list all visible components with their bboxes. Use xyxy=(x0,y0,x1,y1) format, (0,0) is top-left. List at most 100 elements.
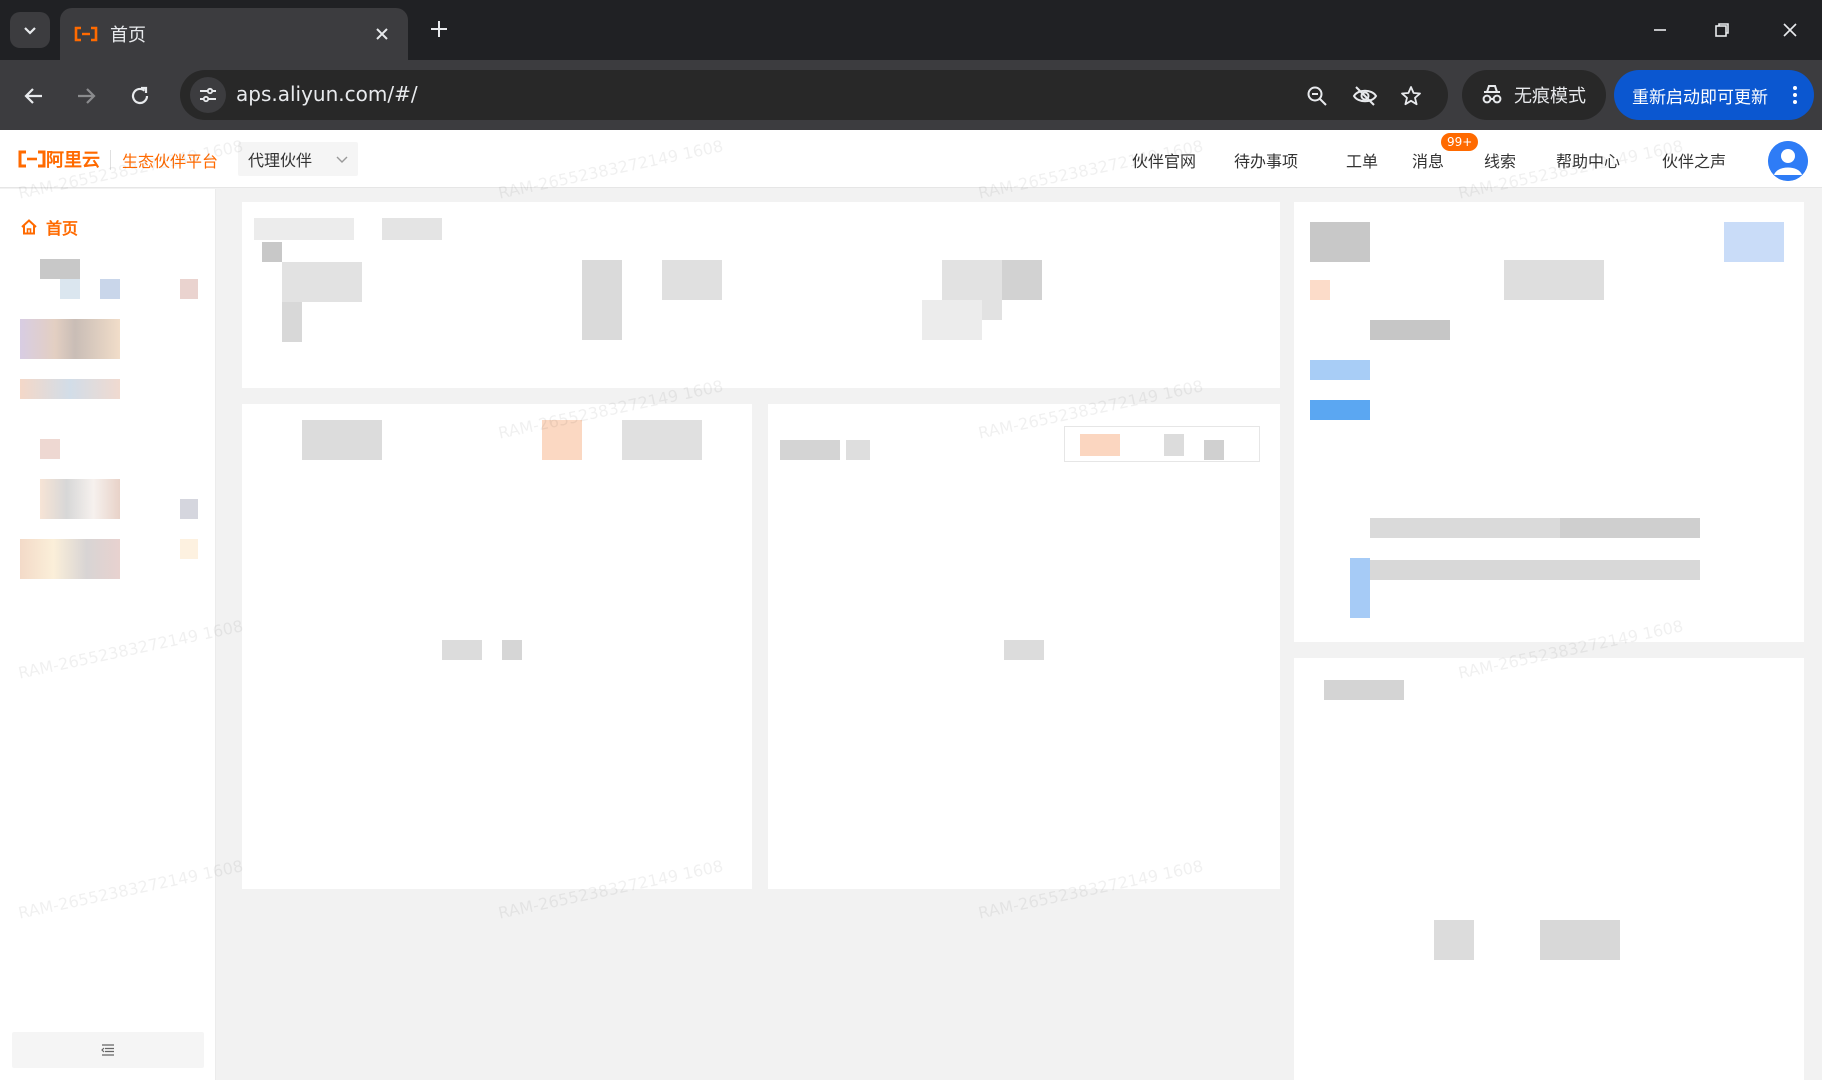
chevron-down-icon xyxy=(24,27,36,35)
reload-button[interactable] xyxy=(122,78,158,114)
chevron-down-icon xyxy=(336,156,348,163)
nav-partner-voice[interactable]: 伙伴之声 xyxy=(1662,148,1726,172)
redacted-block xyxy=(254,218,354,240)
redacted-block xyxy=(1310,280,1330,300)
redacted-block xyxy=(780,440,840,460)
home-icon xyxy=(21,219,37,235)
aliyun-logo[interactable]: 阿里云 xyxy=(18,146,100,172)
sidebar-item-redacted[interactable] xyxy=(60,279,80,299)
minimize-button[interactable] xyxy=(1640,12,1680,48)
nav-help-center[interactable]: 帮助中心 xyxy=(1556,148,1620,172)
relaunch-update-button[interactable]: 重新启动即可更新 xyxy=(1614,70,1814,120)
redacted-block xyxy=(1724,222,1784,262)
tracking-protection-button[interactable] xyxy=(1352,83,1378,109)
segment-redacted[interactable] xyxy=(1080,434,1120,456)
sidebar-item-redacted[interactable] xyxy=(40,259,80,279)
redacted-block xyxy=(1434,920,1474,960)
overview-card xyxy=(242,202,1280,388)
close-window-button[interactable] xyxy=(1770,12,1810,48)
side-chart-card xyxy=(1294,658,1804,1080)
new-tab-button[interactable] xyxy=(424,14,454,44)
sidebar: 首页 xyxy=(0,189,216,1080)
redacted-block xyxy=(1504,260,1604,300)
browser-tab-active[interactable]: 首页 xyxy=(60,8,408,60)
redacted-block xyxy=(442,640,482,660)
sidebar-collapse-button[interactable] xyxy=(12,1032,204,1068)
more-vert-icon xyxy=(1793,86,1797,104)
redacted-block xyxy=(662,260,722,300)
tab-close-button[interactable] xyxy=(370,22,394,46)
redacted-block xyxy=(302,420,382,460)
redacted-block xyxy=(262,242,282,262)
redacted-block xyxy=(1370,560,1700,580)
forward-button[interactable] xyxy=(68,78,104,114)
incognito-label: 无痕模式 xyxy=(1514,86,1586,107)
sidebar-item-redacted[interactable] xyxy=(100,279,120,299)
nav-leads[interactable]: 线索 xyxy=(1484,148,1516,172)
eye-off-icon xyxy=(1352,86,1378,106)
browser-toolbar: aps.aliyun.com/#/ 无痕模式 重新启动即可更新 xyxy=(0,60,1822,130)
avatar-icon xyxy=(1768,141,1808,181)
sidebar-item-home[interactable]: 首页 xyxy=(20,215,78,239)
nav-partner-site[interactable]: 伙伴官网 xyxy=(1132,148,1196,172)
zoom-button[interactable] xyxy=(1304,83,1330,109)
redacted-block xyxy=(1310,360,1370,380)
redacted-block xyxy=(282,262,362,302)
redacted-block xyxy=(1002,260,1042,300)
redacted-block xyxy=(622,420,702,460)
back-arrow-icon xyxy=(24,88,42,104)
sidebar-item-redacted[interactable] xyxy=(40,479,120,519)
site-settings-button[interactable] xyxy=(190,77,226,113)
redacted-block xyxy=(282,302,302,342)
reload-icon xyxy=(131,86,149,105)
sidebar-item-redacted[interactable] xyxy=(20,539,120,579)
logo-text: 阿里云 xyxy=(46,150,100,171)
stats-card-right xyxy=(768,404,1280,889)
redacted-block xyxy=(1310,400,1370,420)
user-avatar[interactable] xyxy=(1768,141,1808,181)
role-select[interactable]: 代理伙伴 xyxy=(238,142,358,176)
tab-title: 首页 xyxy=(110,25,146,46)
browser-tab-bar: 首页 xyxy=(0,0,1822,60)
nav-messages[interactable]: 消息 xyxy=(1412,148,1444,172)
message-count-badge: 99+ xyxy=(1441,133,1479,151)
tab-search-button[interactable] xyxy=(10,12,50,48)
redacted-block xyxy=(846,440,870,460)
sidebar-item-redacted[interactable] xyxy=(40,439,60,459)
sidebar-item-redacted[interactable] xyxy=(20,379,120,399)
logo-divider xyxy=(110,150,111,170)
app-header: 阿里云 生态伙伴平台 代理伙伴 伙伴官网 待办事项 工单 消息 线索 帮助中心 … xyxy=(0,130,1822,188)
sidebar-item-redacted[interactable] xyxy=(180,279,198,299)
zoom-icon xyxy=(1307,86,1327,106)
url-text[interactable]: aps.aliyun.com/#/ xyxy=(236,82,418,106)
redacted-block xyxy=(1004,640,1044,660)
side-info-card xyxy=(1294,202,1804,642)
minimize-icon xyxy=(1654,29,1666,31)
forward-arrow-icon xyxy=(78,88,96,104)
address-bar[interactable]: aps.aliyun.com/#/ xyxy=(180,70,1448,120)
redacted-block xyxy=(382,218,442,240)
restore-button[interactable] xyxy=(1702,12,1742,48)
nav-tickets[interactable]: 工单 xyxy=(1346,148,1378,172)
sidebar-item-redacted[interactable] xyxy=(20,319,120,359)
plus-icon xyxy=(431,21,447,37)
update-label: 重新启动即可更新 xyxy=(1632,87,1768,108)
segment-redacted[interactable] xyxy=(1164,434,1184,456)
redacted-block xyxy=(542,420,582,460)
segment-redacted[interactable] xyxy=(1204,440,1224,460)
star-icon xyxy=(1401,86,1421,106)
redacted-block xyxy=(1560,518,1700,538)
close-icon xyxy=(1783,23,1797,37)
redacted-block xyxy=(1350,558,1370,618)
back-button[interactable] xyxy=(16,78,52,114)
redacted-block xyxy=(1310,222,1370,262)
incognito-indicator[interactable]: 无痕模式 xyxy=(1462,70,1606,120)
redacted-block xyxy=(1540,920,1620,960)
stats-card-left xyxy=(242,404,752,889)
sidebar-item-redacted[interactable] xyxy=(180,539,198,559)
redacted-block xyxy=(1324,680,1404,700)
nav-todo[interactable]: 待办事项 xyxy=(1234,148,1298,172)
sidebar-item-redacted[interactable] xyxy=(180,499,198,519)
close-icon xyxy=(376,28,388,40)
bookmark-button[interactable] xyxy=(1398,83,1424,109)
